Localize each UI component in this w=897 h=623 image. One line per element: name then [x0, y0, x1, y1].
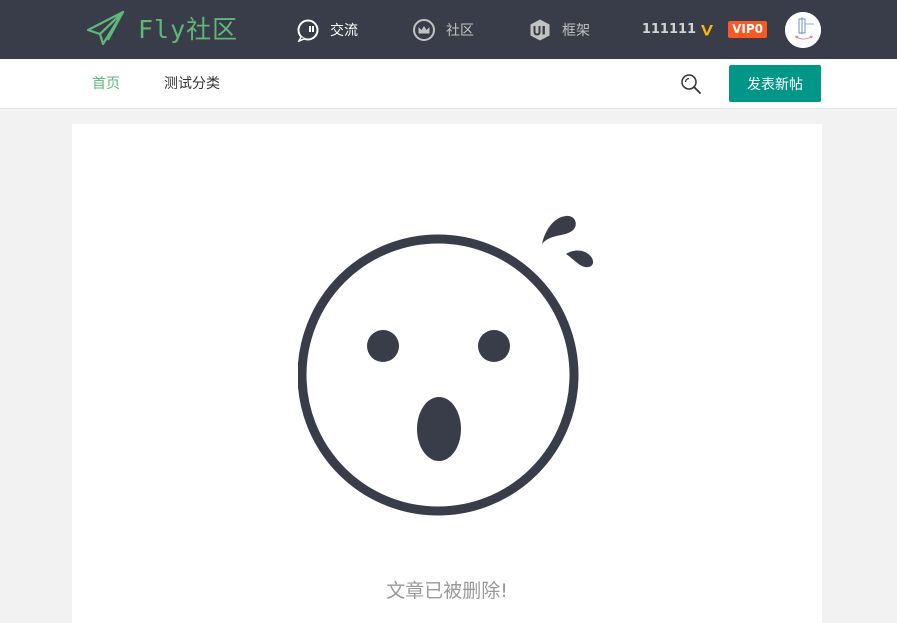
ui-shield-icon — [528, 18, 552, 42]
username-link[interactable]: 111111 — [642, 22, 696, 37]
topnav-item-community[interactable]: 社区 — [412, 18, 474, 42]
vip-badge: VIP0 — [728, 21, 767, 38]
avatar-image-icon — [785, 11, 821, 48]
topnav-label: 框架 — [562, 22, 590, 39]
surprised-face-icon — [298, 215, 594, 516]
topnav-label: 交流 — [330, 22, 358, 39]
paper-plane-icon — [86, 10, 125, 46]
user-box: 111111 VIP0 — [642, 0, 821, 59]
new-post-button[interactable]: 发表新帖 — [729, 65, 821, 102]
chat-bubble-icon — [296, 18, 320, 42]
subnav-item-test-category[interactable]: 测试分类 — [164, 59, 220, 109]
search-icon[interactable] — [680, 73, 702, 95]
top-nav: 交流 社区 框架 — [296, 0, 644, 59]
content-panel: 文章已被删除! — [72, 124, 822, 623]
verified-v-icon — [700, 23, 714, 37]
topnav-label: 社区 — [446, 22, 474, 39]
avatar[interactable] — [785, 11, 821, 48]
brand-name: Fly社区 — [138, 15, 239, 44]
topnav-item-framework[interactable]: 框架 — [528, 18, 590, 42]
article-deleted-message: 文章已被删除! — [386, 580, 508, 602]
brand-logo[interactable]: Fly社区 — [86, 8, 238, 48]
topnav-item-exchange[interactable]: 交流 — [296, 18, 358, 42]
crown-icon — [412, 18, 436, 42]
top-header: Fly社区 交流 社区 框架 111111 VIP0 — [0, 0, 897, 59]
secondary-nav: 首页 测试分类 发表新帖 — [0, 59, 897, 109]
subnav-item-home[interactable]: 首页 — [92, 59, 120, 109]
